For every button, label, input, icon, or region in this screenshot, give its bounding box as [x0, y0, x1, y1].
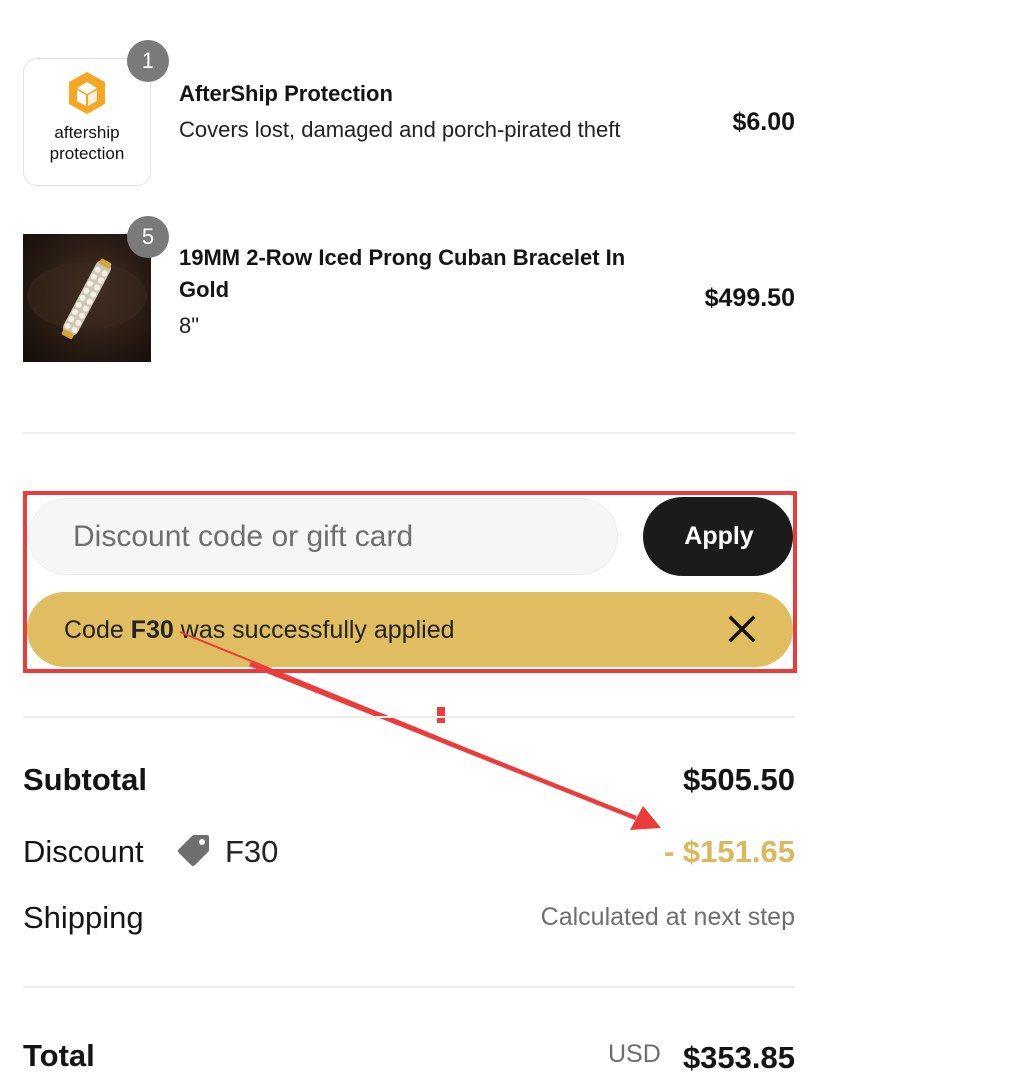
item-price: $499.50: [704, 284, 795, 312]
applied-code: F30: [130, 616, 174, 644]
applied-prefix: Code: [64, 616, 124, 644]
bracelet-image: [27, 258, 147, 339]
total-label: Total: [23, 1038, 95, 1073]
aftership-logo-text-2: protection: [50, 144, 125, 163]
apply-button[interactable]: Apply: [643, 497, 793, 576]
item-price: $6.00: [732, 108, 795, 136]
aftership-logo-text-1: aftership: [54, 123, 119, 142]
price-tag-icon: [178, 835, 209, 866]
divider: [23, 432, 795, 434]
discount-code-input[interactable]: [28, 498, 618, 575]
discount-applied-banner: Code F30 was successfully applied: [27, 592, 793, 667]
annotation-mark: [437, 707, 445, 723]
bracelet-thumbnail: [23, 234, 151, 362]
applied-suffix: was successfully applied: [180, 616, 455, 644]
subtotal-value: $505.50: [682, 762, 795, 797]
quantity-badge: 1: [127, 40, 169, 82]
shipping-value: Calculated at next step: [540, 903, 795, 931]
close-icon[interactable]: [725, 612, 759, 646]
item-description: Covers lost, damaged and porch-pirated t…: [179, 117, 621, 142]
currency-label: USD: [608, 1040, 661, 1068]
shipping-label: Shipping: [23, 900, 144, 935]
divider: [23, 986, 795, 988]
divider: [23, 716, 795, 718]
line-item-bracelet: 5 19MM 2-Row Iced Prong Cuban Bracelet I…: [23, 216, 795, 362]
discount-code-label: F30: [225, 834, 279, 869]
discount-applied-message: Code F30 was successfully applied: [64, 616, 455, 645]
line-item-aftership: aftership protection 1 AfterShip Protect…: [23, 40, 795, 186]
item-name: AfterShip Protection: [179, 81, 393, 106]
item-name: 19MM 2-Row Iced Prong Cuban Bracelet In …: [179, 245, 626, 302]
subtotal-label: Subtotal: [23, 762, 147, 797]
aftership-logo-icon: aftership protection: [50, 72, 125, 163]
item-variant: 8": [179, 313, 200, 338]
discount-value: - $151.65: [664, 834, 795, 869]
quantity-badge: 5: [127, 216, 169, 258]
total-value: $353.85: [682, 1040, 795, 1075]
discount-label: Discount: [23, 834, 144, 869]
aftership-thumbnail: aftership protection: [23, 58, 151, 186]
